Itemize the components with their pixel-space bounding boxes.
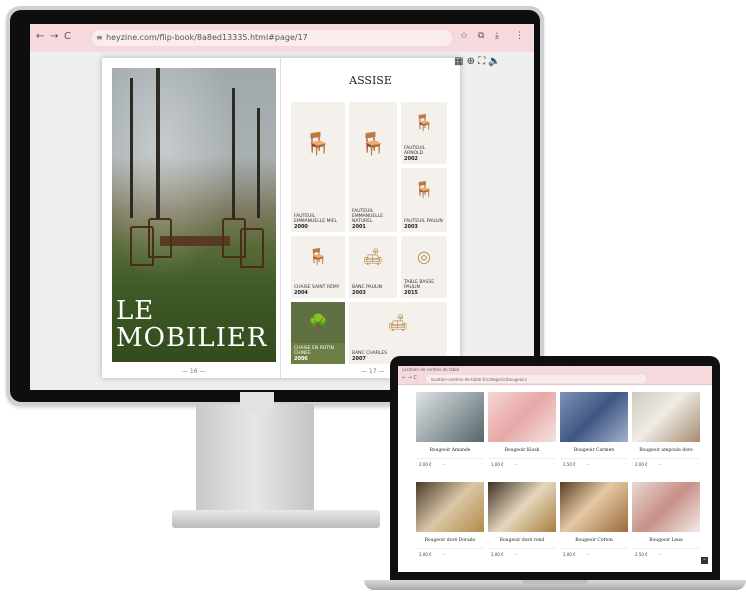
product-card[interactable]: Bougeoir Lena 2,50 € ⌄ bbox=[632, 482, 700, 564]
product-image bbox=[560, 392, 628, 442]
chevron-down-icon[interactable]: ⌄ bbox=[658, 551, 661, 556]
fullscreen-icon[interactable]: ⛶ bbox=[478, 56, 485, 67]
sound-icon[interactable]: 🔈 bbox=[488, 56, 500, 67]
monitor-stand-hole bbox=[240, 392, 274, 412]
page-number-right: — 17 — bbox=[361, 368, 385, 375]
browser-tab[interactable]: Location de centres de table bbox=[402, 367, 459, 372]
product-name: Bougeoir Lena bbox=[649, 538, 683, 543]
nav-icons[interactable]: ← → C bbox=[402, 375, 417, 381]
laptop-url-text: location-centres-de-table.fr/categorie/b… bbox=[431, 377, 527, 382]
page-number-left: — 16 — bbox=[182, 368, 206, 375]
download-icon[interactable]: ⤓ bbox=[495, 31, 499, 41]
product-name: Bougeoir Carmen bbox=[573, 448, 615, 453]
chevron-down-icon[interactable]: ⌄ bbox=[586, 551, 589, 556]
address-bar[interactable]: ≡ heyzine.com/flip-book/8a8ed13335.html#… bbox=[92, 30, 452, 46]
chair-icon: 🪑 bbox=[414, 112, 434, 132]
monitor-stand-neck bbox=[196, 404, 314, 522]
grid-icon[interactable]: ▦ bbox=[454, 56, 463, 67]
laptop-opening-groove bbox=[522, 580, 588, 584]
product-price: 2,00 € bbox=[419, 552, 432, 557]
chevron-down-icon[interactable]: ⌄ bbox=[442, 461, 445, 466]
bookmark-star-icon[interactable]: ☆ bbox=[460, 31, 468, 41]
product-card[interactable]: Bougeoir ampoule dore 2,00 € ⌄ bbox=[632, 392, 700, 474]
product-name: Bougeoir doré Dorado bbox=[424, 538, 476, 543]
flipbook-viewer: LE MOBILIER — 16 — ASSISE 🪑 FAUTEUIL EMM… bbox=[30, 52, 534, 390]
back-icon[interactable]: ← bbox=[36, 31, 44, 42]
product-price: 2,00 € bbox=[635, 462, 648, 467]
product-fauteuil-paulin: 🪑 FAUTEUIL PAULIN 2003 bbox=[401, 168, 447, 232]
product-card[interactable]: Bougeoir doré Dorado 2,00 € ⌄ bbox=[416, 482, 484, 564]
monitor-stand-foot bbox=[172, 510, 380, 528]
product-name: Bougeoir ampoule dore bbox=[639, 448, 693, 453]
product-card[interactable]: Bougeoir Cotton 2,00 € ⌄ bbox=[560, 482, 628, 564]
product-card[interactable]: Bougeoir Amande 2,00 € ⌄ bbox=[416, 392, 484, 474]
reload-icon[interactable]: C bbox=[64, 31, 71, 42]
browser-toolbar: ← → C ≡ heyzine.com/flip-book/8a8ed13335… bbox=[30, 24, 534, 53]
product-card[interactable]: Bougeoir doré rond 2,00 € ⌄ bbox=[488, 482, 556, 564]
product-fauteuil-emmanuelle-naturel: 🪑 FAUTEUIL EMMANUELLE NATUREL 2001 bbox=[349, 102, 397, 232]
product-fauteuil-arnold: 🪑 FAUTEUIL ARNOLD 2002 bbox=[401, 102, 447, 164]
product-chaise-en-rotin-chinee: 🌳 CHAISE EN ROTIN CHINÉE 2006 bbox=[291, 302, 345, 364]
chevron-down-icon[interactable]: ⌄ bbox=[514, 461, 517, 466]
product-chaise-saint-remy: 🪑 CHAISE SAINT RÉMY 2004 bbox=[291, 236, 345, 298]
chair-icon: 🪑 bbox=[308, 246, 328, 266]
product-image bbox=[488, 392, 556, 442]
url-text: heyzine.com/flip-book/8a8ed13335.html#pa… bbox=[106, 33, 308, 42]
product-card[interactable]: Bougeoir Kiosk 1,00 € ⌄ bbox=[488, 392, 556, 474]
table-icon: ◎ bbox=[417, 246, 431, 266]
forward-icon[interactable]: → bbox=[50, 31, 58, 42]
laptop-browser-toolbar: Location de centres de table ← → C locat… bbox=[398, 366, 712, 385]
product-name: Bougeoir doré rond bbox=[499, 538, 545, 543]
product-image bbox=[632, 392, 700, 442]
page-right[interactable]: ASSISE 🪑 FAUTEUIL EMMANUELLE MIEL 2000 🪑… bbox=[281, 58, 460, 378]
assise-title: ASSISE bbox=[349, 74, 392, 87]
laptop-camera-notch bbox=[536, 356, 574, 365]
product-card[interactable]: Bougeoir Carmen 2,50 € ⌄ bbox=[560, 392, 628, 474]
extensions-icon[interactable]: ⧉ bbox=[478, 31, 484, 41]
garden-chairs-photo: 🌳 bbox=[291, 302, 345, 343]
product-image bbox=[632, 482, 700, 532]
product-image bbox=[416, 482, 484, 532]
le-mobilier-title: LE MOBILIER bbox=[116, 296, 268, 353]
zoom-icon[interactable]: ⊕ bbox=[467, 56, 475, 67]
product-fauteuil-emmanuelle-miel: 🪑 FAUTEUIL EMMANUELLE MIEL 2000 bbox=[291, 102, 345, 232]
product-name: Bougeoir Cotton bbox=[575, 538, 613, 543]
bench-icon: 🛋 bbox=[362, 246, 384, 266]
product-price: 2,00 € bbox=[563, 552, 576, 557]
product-banc-charles: 🛋 BANC CHARLES 2007 bbox=[349, 302, 447, 364]
scroll-top-button[interactable]: ^ bbox=[701, 557, 708, 564]
chair-icon: 🪑 bbox=[414, 179, 434, 199]
peacock-chair-icon: 🪑 bbox=[359, 132, 387, 158]
bench-icon: 🛋 bbox=[387, 312, 409, 332]
desktop-screen: ← → C ≡ heyzine.com/flip-book/8a8ed13335… bbox=[30, 24, 534, 390]
chevron-down-icon[interactable]: ⌄ bbox=[514, 551, 517, 556]
product-price: 1,00 € bbox=[491, 462, 504, 467]
flipbook[interactable]: LE MOBILIER — 16 — ASSISE 🪑 FAUTEUIL EMM… bbox=[102, 58, 460, 378]
chevron-down-icon[interactable]: ⌄ bbox=[586, 461, 589, 466]
product-image bbox=[560, 482, 628, 532]
product-price: 2,00 € bbox=[491, 552, 504, 557]
page-left[interactable]: LE MOBILIER — 16 — bbox=[102, 58, 281, 378]
product-banc-paulin: 🛋 BANC PAULIN 2003 bbox=[349, 236, 397, 298]
product-image bbox=[488, 482, 556, 532]
viewer-toolbar: ▦ ⊕ ⛶ 🔈 bbox=[454, 56, 501, 67]
garden-furniture-photo: LE MOBILIER bbox=[112, 68, 276, 362]
site-info-icon[interactable]: ≡ bbox=[96, 30, 103, 46]
product-name: Bougeoir Kiosk bbox=[504, 448, 540, 453]
menu-icon[interactable]: ⋮ bbox=[515, 31, 524, 41]
peacock-chair-icon: 🪑 bbox=[304, 132, 332, 158]
chevron-down-icon[interactable]: ⌄ bbox=[658, 461, 661, 466]
product-price: 2,50 € bbox=[563, 462, 576, 467]
laptop-screen: Location de centres de table ← → C locat… bbox=[398, 366, 712, 572]
product-price: 2,00 € bbox=[419, 462, 432, 467]
product-price: 2,50 € bbox=[635, 552, 648, 557]
product-image bbox=[416, 392, 484, 442]
product-name: Bougeoir Amande bbox=[429, 448, 471, 453]
product-table-basse-paulin: ◎ TABLE BASSE PAULIN 2015 bbox=[401, 236, 447, 298]
chevron-down-icon[interactable]: ⌄ bbox=[442, 551, 445, 556]
laptop-address-bar[interactable]: location-centres-de-table.fr/categorie/b… bbox=[426, 375, 646, 383]
